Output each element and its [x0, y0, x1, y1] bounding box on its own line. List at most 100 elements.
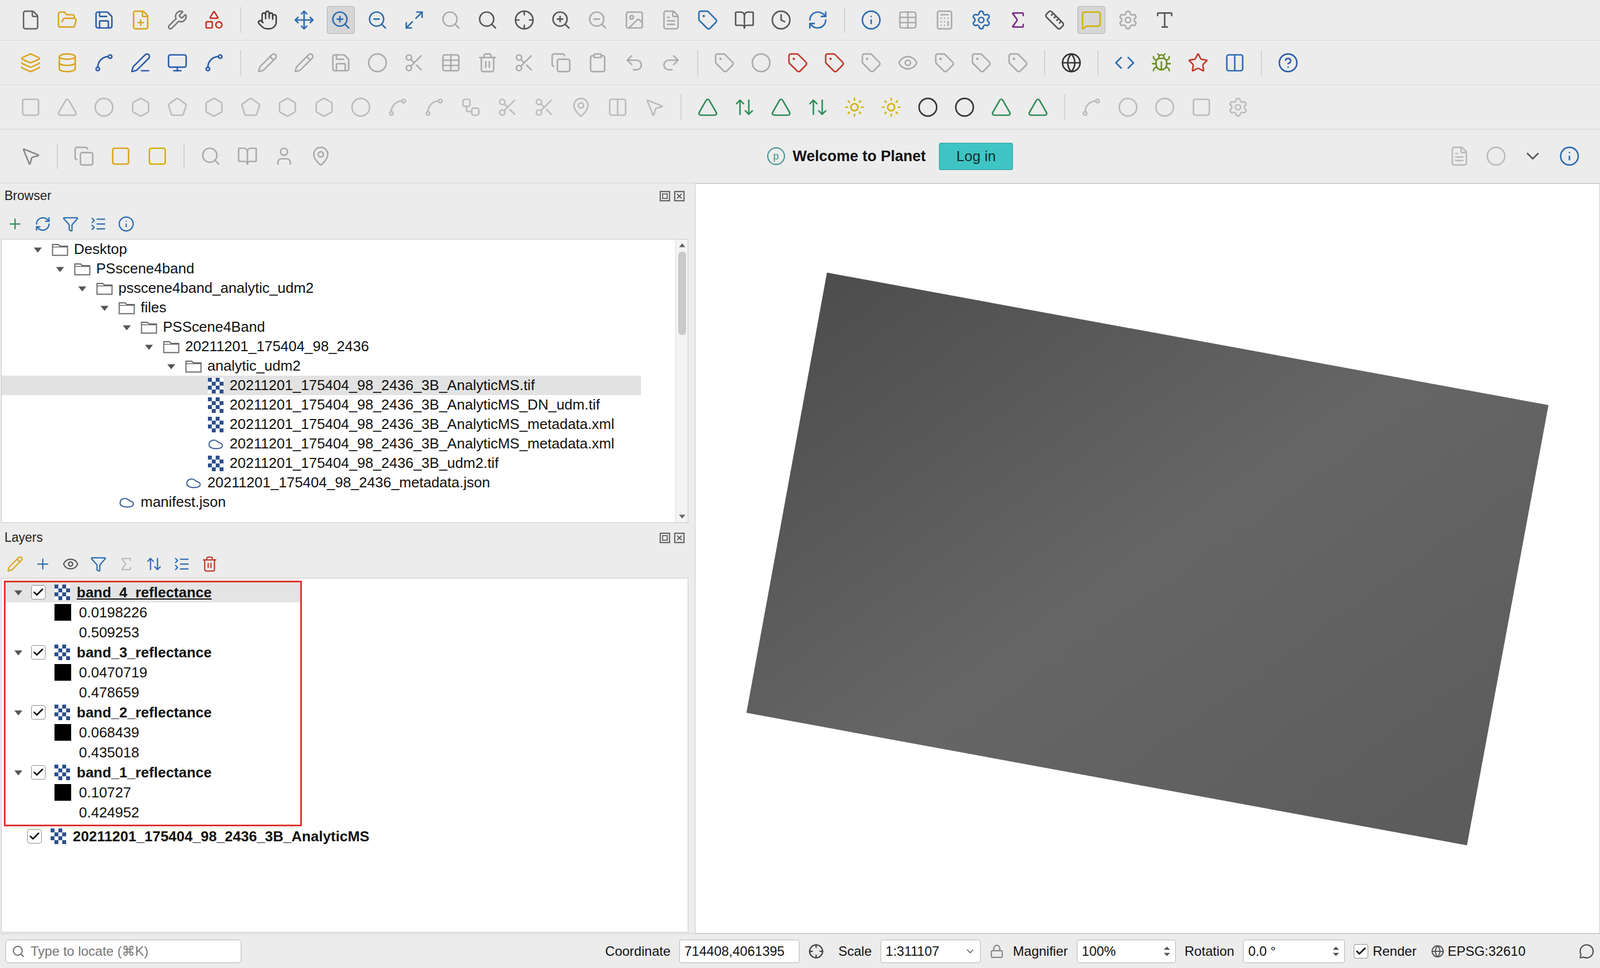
- tree-item[interactable]: psscene4band_analytic_udm2: [1, 278, 676, 298]
- toolbar-button[interactable]: [803, 6, 832, 34]
- toolbar-button[interactable]: [1220, 48, 1249, 77]
- toolbar-button[interactable]: [1187, 93, 1216, 122]
- browser-tool-icon[interactable]: [34, 215, 52, 233]
- tree-item[interactable]: 20211201_175404_98_2436_3B_AnalyticMS_me…: [1, 414, 676, 435]
- toolbar-button[interactable]: [967, 48, 996, 77]
- coordinate-field[interactable]: 714408,4061395: [679, 940, 800, 964]
- toolbar-button[interactable]: [473, 48, 502, 77]
- toolbar-button[interactable]: [456, 93, 485, 122]
- locator-field[interactable]: Type to locate (⌘K): [5, 940, 242, 964]
- spinner-icon[interactable]: [1332, 944, 1340, 959]
- toolbar-button[interactable]: [70, 142, 98, 171]
- layer-row[interactable]: band_3_reflectance: [5, 642, 301, 663]
- layers-tool-icon[interactable]: [117, 555, 135, 573]
- toolbar-button[interactable]: [857, 48, 886, 77]
- expand-caret[interactable]: [143, 341, 154, 352]
- toolbar-button[interactable]: [16, 48, 45, 77]
- layer-row[interactable]: 20211201_175404_98_2436_3B_AnalyticMS: [1, 826, 688, 847]
- toolbar-button[interactable]: [253, 6, 282, 34]
- toolbar-button[interactable]: [143, 142, 172, 171]
- toolbar-button[interactable]: [436, 6, 465, 34]
- expand-caret[interactable]: [13, 707, 24, 718]
- render-checkbox[interactable]: [1353, 944, 1369, 959]
- toolbar-button[interactable]: [90, 6, 118, 34]
- layer-row[interactable]: band_4_reflectance: [5, 582, 301, 603]
- crs-button[interactable]: EPSG:32610: [1430, 941, 1526, 962]
- layer-checkbox[interactable]: [31, 585, 46, 600]
- toolbar-button[interactable]: [326, 6, 355, 34]
- toolbar-button[interactable]: [987, 93, 1016, 122]
- toolbar-button[interactable]: [1114, 6, 1142, 34]
- toolbar-button[interactable]: [290, 48, 318, 77]
- expand-caret[interactable]: [13, 587, 24, 598]
- browser-tool-icon[interactable]: [117, 215, 135, 233]
- toolbar-button[interactable]: [710, 48, 739, 77]
- toolbar-button[interactable]: [400, 48, 429, 77]
- toolbar-button[interactable]: [1004, 6, 1032, 34]
- layer-checkbox[interactable]: [31, 645, 46, 660]
- browser-tool-icon[interactable]: [90, 215, 107, 233]
- toolbar-button[interactable]: [547, 48, 575, 77]
- tree-item[interactable]: analytic_udm2: [1, 356, 676, 376]
- layers-tool-icon[interactable]: [62, 555, 79, 573]
- toolbar-button[interactable]: [930, 6, 959, 34]
- browser-tool-icon[interactable]: [6, 215, 24, 233]
- map-canvas[interactable]: [694, 183, 1600, 934]
- lock-icon[interactable]: [989, 944, 1005, 959]
- expand-caret[interactable]: [121, 322, 132, 333]
- toolbar-button[interactable]: [420, 93, 449, 122]
- float-icon[interactable]: [659, 190, 671, 202]
- scale-field[interactable]: 1:311107: [880, 940, 981, 964]
- toolbar-button[interactable]: [603, 93, 632, 122]
- layer-row[interactable]: band_2_reflectance: [5, 702, 301, 723]
- toolbar-button[interactable]: [236, 93, 265, 122]
- toolbar-button[interactable]: [1077, 6, 1106, 34]
- toolbar-button[interactable]: [767, 6, 795, 34]
- toolbar-button[interactable]: [126, 93, 155, 122]
- toolbar-button[interactable]: [913, 93, 942, 122]
- expand-caret[interactable]: [99, 302, 110, 313]
- tree-item[interactable]: 20211201_175404_98_2436_3B_udm2.tif: [1, 453, 676, 474]
- layer-row[interactable]: band_1_reflectance: [5, 762, 301, 783]
- toolbar-button[interactable]: [90, 93, 118, 122]
- toolbar-button[interactable]: [510, 6, 539, 34]
- toolbar-button[interactable]: [400, 6, 429, 34]
- toolbar-button[interactable]: [1150, 93, 1179, 122]
- toolbar-button[interactable]: [657, 48, 685, 77]
- float-icon[interactable]: [659, 532, 671, 544]
- toolbar-button[interactable]: [657, 6, 685, 34]
- toolbar-button[interactable]: [253, 48, 282, 77]
- dropdown-icon[interactable]: [964, 946, 976, 958]
- toolbar-button[interactable]: [90, 48, 118, 77]
- toolbar-button[interactable]: [640, 93, 669, 122]
- toolbar-button[interactable]: [383, 93, 412, 122]
- toolbar-button[interactable]: [1274, 48, 1303, 77]
- toolbar-button[interactable]: [1040, 6, 1069, 34]
- toolbar-button[interactable]: [493, 93, 522, 122]
- toolbar-button[interactable]: [1057, 48, 1086, 77]
- toolbar-button[interactable]: [893, 48, 922, 77]
- toolbar-button[interactable]: [1110, 48, 1139, 77]
- toolbar-button[interactable]: [803, 93, 832, 122]
- toolbar-button[interactable]: [547, 6, 575, 34]
- layer-checkbox[interactable]: [27, 829, 42, 844]
- toolbar-button[interactable]: [820, 48, 849, 77]
- toolbar-button[interactable]: [967, 6, 996, 34]
- toolbar-button[interactable]: [196, 142, 225, 171]
- toolbar-button[interactable]: [200, 6, 228, 34]
- toolbar-button[interactable]: [126, 48, 155, 77]
- layer-checkbox[interactable]: [31, 765, 46, 780]
- tree-item[interactable]: 20211201_175404_98_2436_3B_AnalyticMS.ti…: [1, 375, 642, 396]
- layers-tool-icon[interactable]: [201, 555, 218, 573]
- toolbar-button[interactable]: [53, 93, 82, 122]
- toolbar-button[interactable]: [1518, 142, 1547, 171]
- toolbar-button[interactable]: [163, 6, 192, 34]
- toolbar-button[interactable]: [436, 48, 465, 77]
- toolbar-button[interactable]: [53, 6, 82, 34]
- toolbar-button[interactable]: [1184, 48, 1212, 77]
- toolbar-button[interactable]: [306, 142, 335, 171]
- toolbar-button[interactable]: [620, 48, 649, 77]
- toolbar-button[interactable]: [510, 48, 539, 77]
- toolbar-button[interactable]: [1150, 6, 1179, 34]
- toolbar-button[interactable]: [567, 93, 595, 122]
